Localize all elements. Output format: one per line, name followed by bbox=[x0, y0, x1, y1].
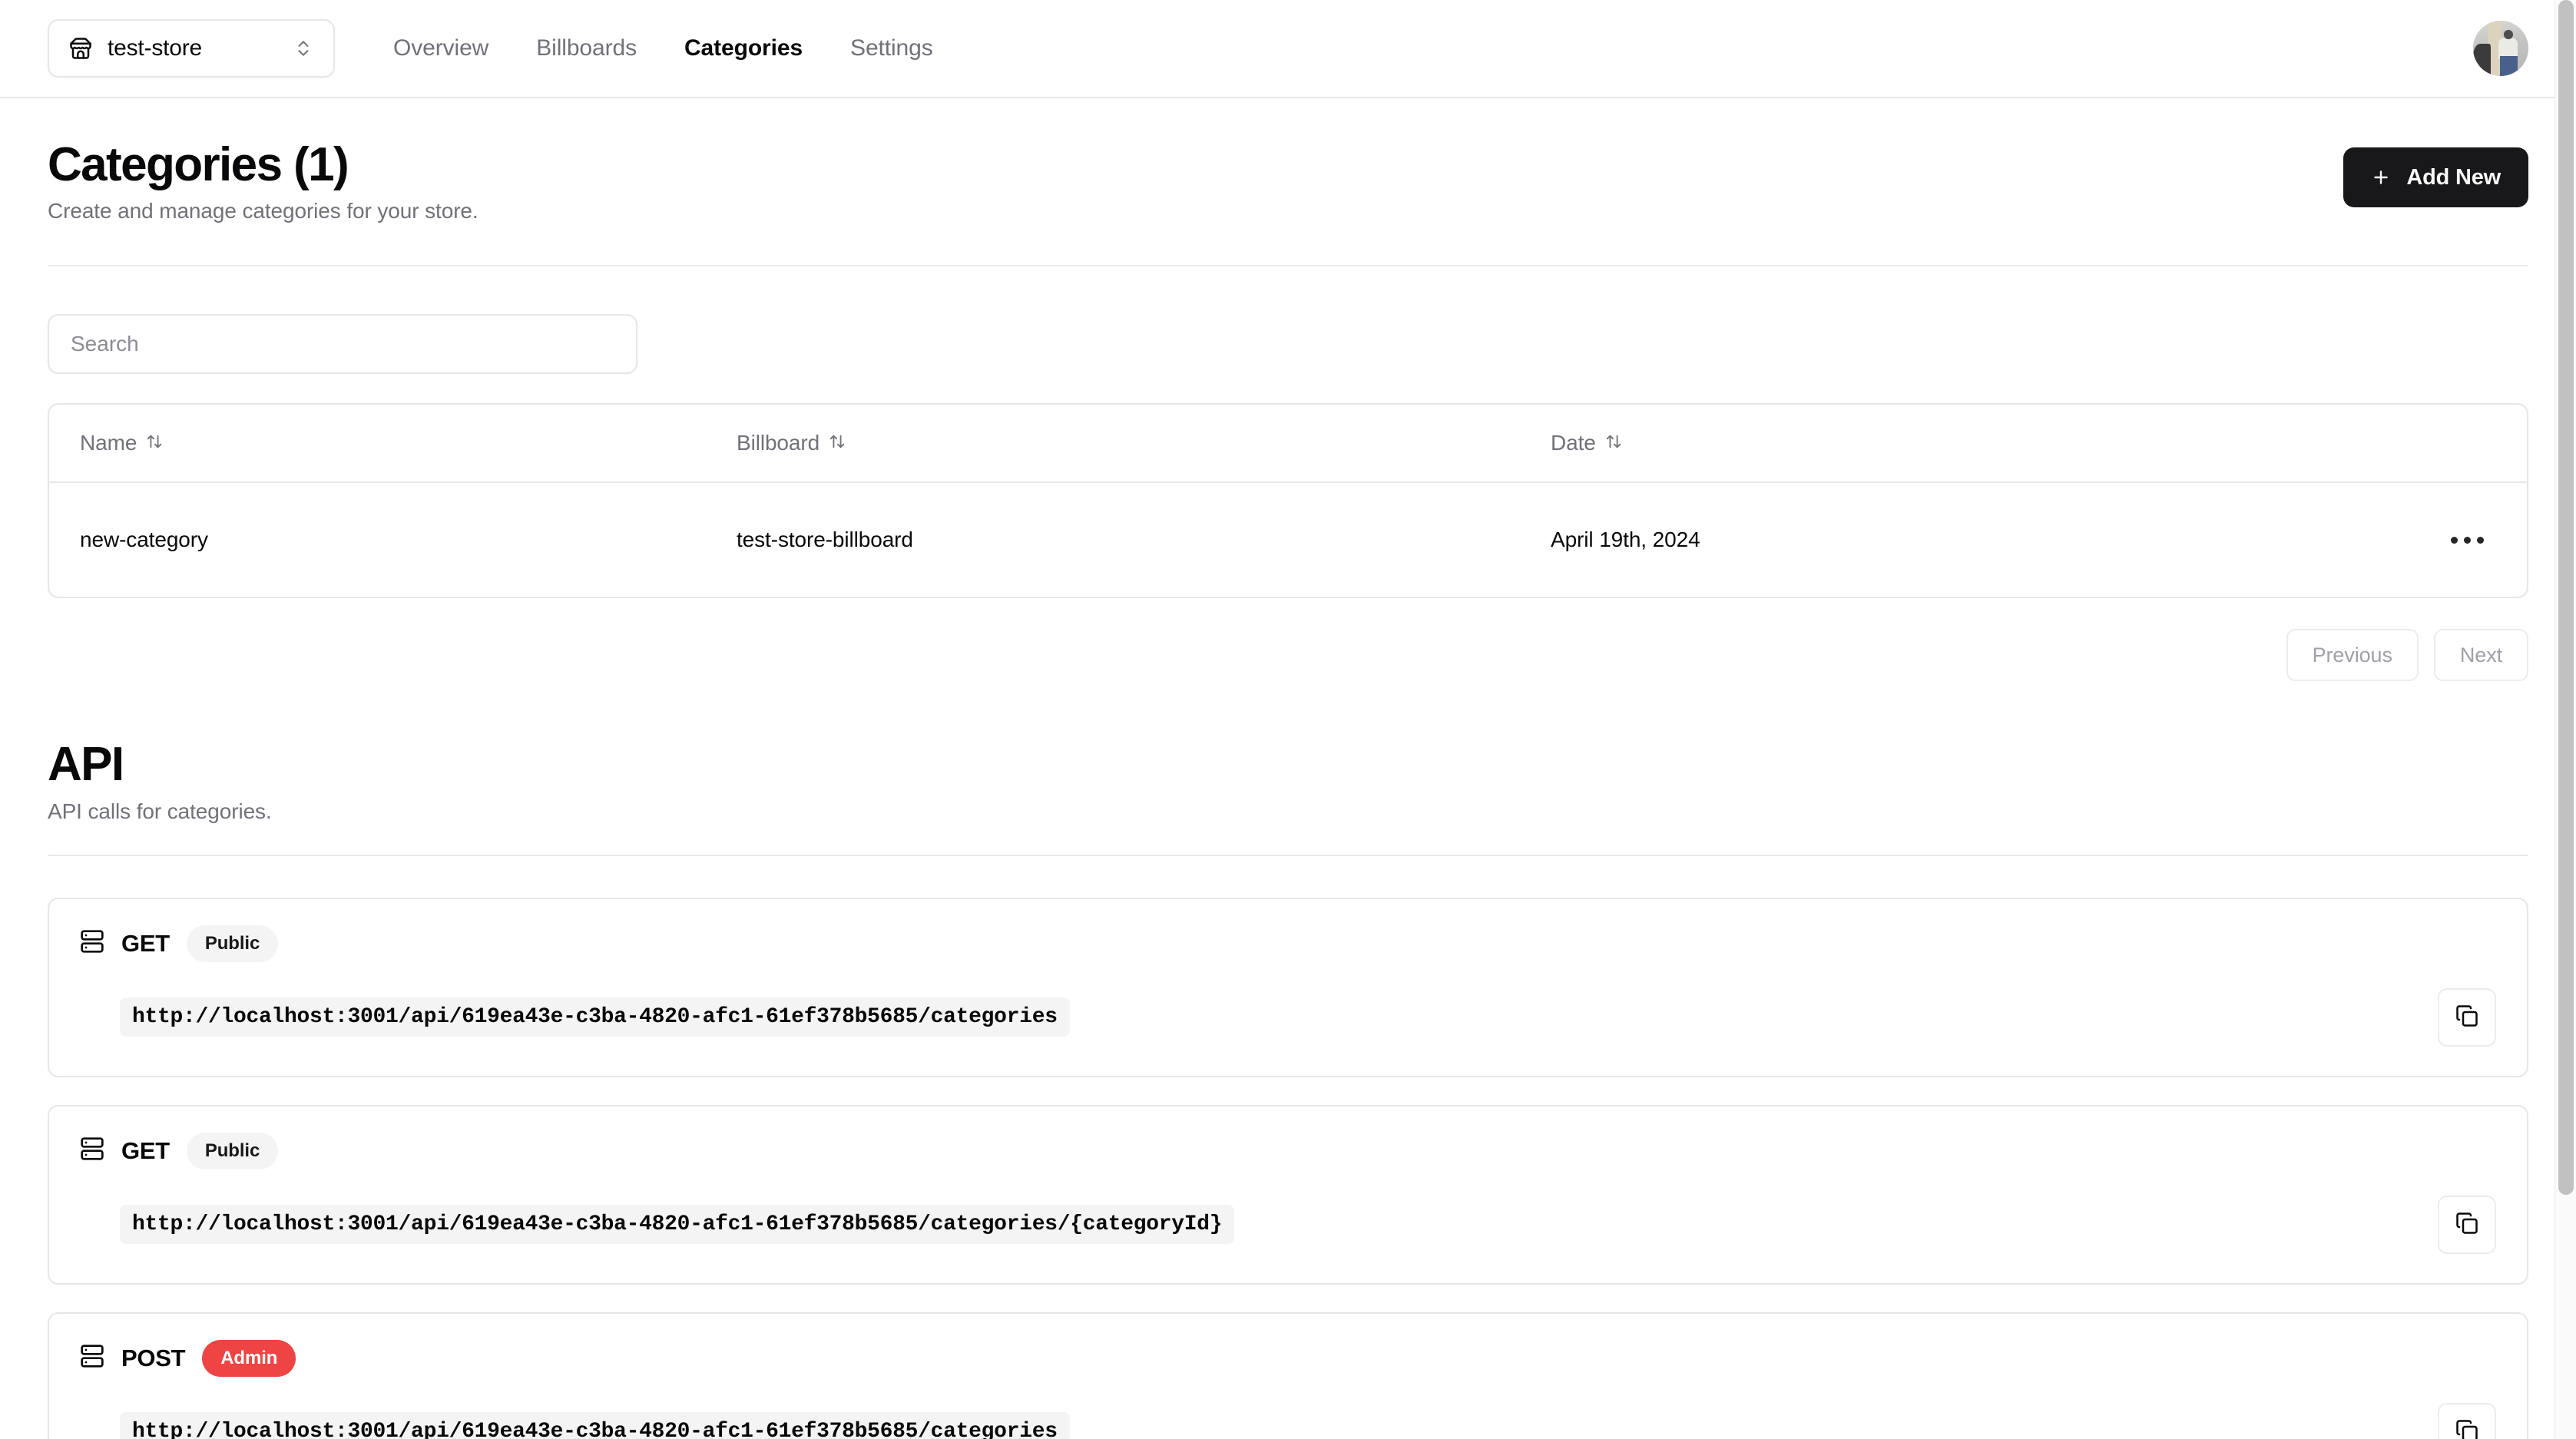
api-header: API API calls for categories. bbox=[48, 681, 2528, 823]
add-new-button[interactable]: Add New bbox=[2343, 147, 2528, 207]
table-col-billboard-label: Billboard bbox=[737, 431, 820, 455]
api-alert-body: http://localhost:3001/api/619ea43e-c3ba-… bbox=[80, 1195, 2496, 1254]
copy-url-button[interactable] bbox=[2438, 1402, 2496, 1439]
header-text-group: Categories (1) Create and manage categor… bbox=[48, 138, 478, 223]
api-url-text: http://localhost:3001/api/619ea43e-c3ba-… bbox=[120, 1205, 1235, 1245]
api-url-text: http://localhost:3001/api/619ea43e-c3ba-… bbox=[120, 1412, 1070, 1439]
sort-by-billboard-button[interactable]: Billboard bbox=[737, 431, 846, 455]
cell-name: new-category bbox=[80, 528, 208, 552]
copy-url-button[interactable] bbox=[2438, 987, 2496, 1047]
api-alert-head: GET Public bbox=[80, 1132, 2496, 1169]
pagination: Previous Next bbox=[48, 629, 2528, 682]
api-access-badge: Admin bbox=[202, 1339, 296, 1377]
api-alert-head: GET Public bbox=[80, 925, 2496, 962]
api-access-badge: Public bbox=[186, 925, 279, 962]
main-nav: Overview Billboards Categories Settings bbox=[393, 35, 933, 61]
api-access-badge: Public bbox=[186, 1132, 279, 1169]
sort-by-date-button[interactable]: Date bbox=[1551, 431, 1622, 455]
server-icon bbox=[80, 929, 104, 958]
user-avatar[interactable] bbox=[2473, 21, 2528, 76]
plus-icon bbox=[2371, 167, 2391, 187]
page-content: Categories (1) Create and manage categor… bbox=[0, 98, 2576, 1439]
search-input[interactable] bbox=[48, 314, 637, 375]
categories-table-card: Name Billboard Date new-category test-st… bbox=[48, 403, 2528, 599]
header-divider bbox=[48, 265, 2528, 267]
table-col-actions bbox=[2211, 405, 2527, 482]
table-col-billboard: Billboard bbox=[706, 405, 1520, 482]
cell-date: April 19th, 2024 bbox=[1551, 528, 1700, 552]
page-title: Categories (1) bbox=[48, 138, 349, 191]
nav-link-billboards[interactable]: Billboards bbox=[536, 35, 637, 61]
api-divider bbox=[48, 854, 2528, 856]
store-switcher-label: test-store bbox=[108, 35, 203, 61]
server-icon bbox=[80, 1136, 104, 1165]
server-icon bbox=[80, 1344, 104, 1372]
table-col-name-label: Name bbox=[80, 431, 137, 455]
categories-header: Categories (1) Create and manage categor… bbox=[48, 98, 2528, 223]
row-actions-menu-button[interactable] bbox=[2438, 511, 2496, 569]
nav-link-overview[interactable]: Overview bbox=[393, 35, 488, 61]
table-header: Name Billboard Date bbox=[49, 405, 2527, 483]
cell-billboard: test-store-billboard bbox=[737, 528, 913, 552]
table-header-row: Name Billboard Date bbox=[49, 405, 2527, 483]
api-method-label: GET bbox=[121, 1136, 170, 1164]
sort-arrows-icon bbox=[829, 431, 846, 455]
api-alert-head: POST Admin bbox=[80, 1339, 2496, 1377]
api-alert-body: http://localhost:3001/api/619ea43e-c3ba-… bbox=[80, 987, 2496, 1047]
categories-table: Name Billboard Date new-category test-st… bbox=[49, 405, 2527, 597]
page-subtitle: Create and manage categories for your st… bbox=[48, 199, 478, 223]
copy-url-button[interactable] bbox=[2438, 1195, 2496, 1254]
pagination-next-button[interactable]: Next bbox=[2433, 629, 2528, 682]
copy-icon bbox=[2455, 1212, 2478, 1237]
nav-link-categories[interactable]: Categories bbox=[684, 35, 803, 61]
api-alert-get-public: GET Public http://localhost:3001/api/619… bbox=[48, 897, 2528, 1077]
table-row: new-category test-store-billboard April … bbox=[49, 482, 2527, 597]
table-col-date: Date bbox=[1520, 405, 2211, 482]
api-subtitle: API calls for categories. bbox=[48, 799, 272, 823]
api-alert-body: http://localhost:3001/api/619ea43e-c3ba-… bbox=[80, 1402, 2496, 1439]
top-navigation-bar: test-store Overview Billboards Categorie… bbox=[0, 0, 2576, 98]
api-alert-get-public-by-id: GET Public http://localhost:3001/api/619… bbox=[48, 1104, 2528, 1285]
nav-link-settings[interactable]: Settings bbox=[850, 35, 933, 61]
api-title: API bbox=[48, 738, 124, 792]
api-alert-list: GET Public http://localhost:3001/api/619… bbox=[48, 897, 2528, 1439]
api-url-text: http://localhost:3001/api/619ea43e-c3ba-… bbox=[120, 997, 1070, 1037]
pagination-previous-button[interactable]: Previous bbox=[2286, 629, 2419, 682]
api-method-label: GET bbox=[121, 929, 170, 957]
more-horizontal-icon bbox=[2450, 536, 2484, 544]
table-col-date-label: Date bbox=[1551, 431, 1596, 455]
api-method-label: POST bbox=[121, 1344, 186, 1371]
page-scrollbar-track[interactable] bbox=[2554, 0, 2576, 1439]
cell-actions bbox=[2211, 482, 2527, 597]
api-alert-post-admin: POST Admin http://localhost:3001/api/619… bbox=[48, 1312, 2528, 1439]
copy-icon bbox=[2455, 1004, 2478, 1030]
store-icon bbox=[69, 37, 92, 60]
copy-icon bbox=[2455, 1419, 2478, 1439]
search-area bbox=[48, 314, 2528, 375]
chevrons-up-down-icon bbox=[293, 38, 313, 58]
sort-by-name-button[interactable]: Name bbox=[80, 431, 163, 455]
page-scrollbar-thumb[interactable] bbox=[2558, 0, 2574, 1195]
store-switcher-button[interactable]: test-store bbox=[48, 19, 335, 78]
table-col-name: Name bbox=[49, 405, 706, 482]
sort-arrows-icon bbox=[1605, 431, 1622, 455]
table-body: new-category test-store-billboard April … bbox=[49, 482, 2527, 597]
add-new-label: Add New bbox=[2406, 164, 2501, 190]
sort-arrows-icon bbox=[146, 431, 163, 455]
